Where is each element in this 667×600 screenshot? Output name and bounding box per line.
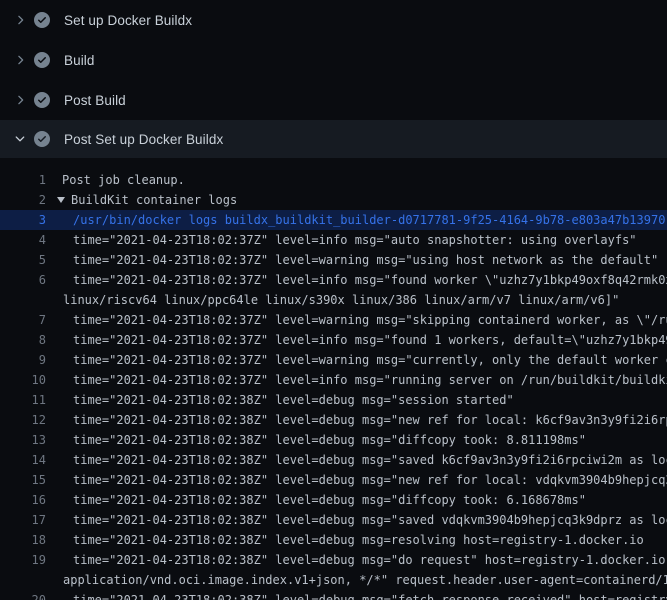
- log-line: application/vnd.oci.image.index.v1+json,…: [0, 570, 667, 590]
- log-line-text: time="2021-04-23T18:02:37Z" level=info m…: [73, 270, 667, 290]
- log-line-number[interactable]: 20: [0, 590, 46, 600]
- log-line-text: linux/riscv64 linux/ppc64le linux/s390x …: [63, 290, 619, 310]
- log-line: 8 time="2021-04-23T18:02:37Z" level=info…: [0, 330, 667, 350]
- log-line-text: /usr/bin/docker logs buildx_buildkit_bui…: [73, 210, 665, 230]
- log-line-number[interactable]: 17: [0, 510, 46, 530]
- log-line: 4 time="2021-04-23T18:02:37Z" level=info…: [0, 230, 667, 250]
- chevron-right-icon: [12, 52, 28, 68]
- log-line-number[interactable]: 2: [0, 190, 46, 210]
- log-line-text: time="2021-04-23T18:02:37Z" level=info m…: [73, 230, 637, 250]
- log-line-number[interactable]: 9: [0, 350, 46, 370]
- log-line-text: time="2021-04-23T18:02:38Z" level=debug …: [73, 490, 586, 510]
- log-line-text: time="2021-04-23T18:02:38Z" level=debug …: [73, 470, 667, 490]
- step-row-build[interactable]: Build: [0, 40, 667, 80]
- check-circle-icon: [34, 12, 50, 28]
- log-line-number[interactable]: 13: [0, 430, 46, 450]
- log-line: 11 time="2021-04-23T18:02:38Z" level=deb…: [0, 390, 667, 410]
- log-line: 9 time="2021-04-23T18:02:37Z" level=warn…: [0, 350, 667, 370]
- log-line-text: time="2021-04-23T18:02:37Z" level=warnin…: [73, 350, 667, 370]
- log-line-text: time="2021-04-23T18:02:37Z" level=warnin…: [73, 310, 667, 330]
- log-line-number: [0, 290, 46, 310]
- log-line-text: BuildKit container logs: [71, 190, 237, 210]
- log-line: 10 time="2021-04-23T18:02:37Z" level=inf…: [0, 370, 667, 390]
- log-line-command: 3 /usr/bin/docker logs buildx_buildkit_b…: [0, 210, 667, 230]
- log-line: 1 Post job cleanup.: [0, 170, 667, 190]
- check-circle-icon: [34, 52, 50, 68]
- log-line-number: [0, 570, 46, 590]
- log-line: 16 time="2021-04-23T18:02:38Z" level=deb…: [0, 490, 667, 510]
- log-line-number[interactable]: 19: [0, 550, 46, 570]
- log-line-text: time="2021-04-23T18:02:38Z" level=debug …: [73, 430, 586, 450]
- log-line-text: time="2021-04-23T18:02:37Z" level=warnin…: [73, 250, 658, 270]
- check-circle-icon: [34, 92, 50, 108]
- actions-log-panel: Set up Docker Buildx Build Post Build Po…: [0, 0, 667, 600]
- chevron-down-icon: [12, 131, 28, 147]
- log-line: 19 time="2021-04-23T18:02:38Z" level=deb…: [0, 550, 667, 570]
- group-collapse-icon[interactable]: [57, 197, 65, 203]
- step-label: Post Build: [64, 93, 126, 108]
- log-line: linux/riscv64 linux/ppc64le linux/s390x …: [0, 290, 667, 310]
- log-line-text: time="2021-04-23T18:02:37Z" level=info m…: [73, 330, 667, 350]
- log-line: 7 time="2021-04-23T18:02:37Z" level=warn…: [0, 310, 667, 330]
- chevron-right-icon: [12, 12, 28, 28]
- log-line-number[interactable]: 11: [0, 390, 46, 410]
- step-label: Set up Docker Buildx: [64, 13, 192, 28]
- log-line-number[interactable]: 3: [0, 210, 46, 230]
- log-line-text: time="2021-04-23T18:02:38Z" level=debug …: [73, 450, 667, 470]
- log-line-number[interactable]: 4: [0, 230, 46, 250]
- log-line: 12 time="2021-04-23T18:02:38Z" level=deb…: [0, 410, 667, 430]
- log-line: 5 time="2021-04-23T18:02:37Z" level=warn…: [0, 250, 667, 270]
- log-line-text: time="2021-04-23T18:02:38Z" level=debug …: [73, 510, 667, 530]
- step-row-set-up-docker-buildx[interactable]: Set up Docker Buildx: [0, 0, 667, 40]
- log-line-number[interactable]: 8: [0, 330, 46, 350]
- log-line-number[interactable]: 14: [0, 450, 46, 470]
- log-line-number[interactable]: 12: [0, 410, 46, 430]
- log-line-number[interactable]: 15: [0, 470, 46, 490]
- steps-list: Set up Docker Buildx Build Post Build Po…: [0, 0, 667, 158]
- step-row-post-set-up-docker-buildx[interactable]: Post Set up Docker Buildx: [0, 120, 667, 158]
- log-line-number[interactable]: 1: [0, 170, 46, 190]
- log-line-text: time="2021-04-23T18:02:38Z" level=debug …: [73, 590, 667, 600]
- log-line: 18 time="2021-04-23T18:02:38Z" level=deb…: [0, 530, 667, 550]
- log-line-text: time="2021-04-23T18:02:38Z" level=debug …: [73, 410, 667, 430]
- log-line: 13 time="2021-04-23T18:02:38Z" level=deb…: [0, 430, 667, 450]
- log-line-number[interactable]: 16: [0, 490, 46, 510]
- log-line: 14 time="2021-04-23T18:02:38Z" level=deb…: [0, 450, 667, 470]
- log-line: 6 time="2021-04-23T18:02:37Z" level=info…: [0, 270, 667, 290]
- step-row-post-build[interactable]: Post Build: [0, 80, 667, 120]
- log-line-number[interactable]: 6: [0, 270, 46, 290]
- log-line-text: Post job cleanup.: [62, 170, 185, 190]
- log-viewer: 1 Post job cleanup. 2 BuildKit container…: [0, 158, 667, 600]
- log-line-text: time="2021-04-23T18:02:38Z" level=debug …: [73, 530, 644, 550]
- log-line: 17 time="2021-04-23T18:02:38Z" level=deb…: [0, 510, 667, 530]
- log-line-number[interactable]: 7: [0, 310, 46, 330]
- log-group-header: 2 BuildKit container logs: [0, 190, 667, 210]
- chevron-right-icon: [12, 92, 28, 108]
- step-label: Build: [64, 53, 95, 68]
- step-label: Post Set up Docker Buildx: [64, 132, 223, 147]
- check-circle-icon: [34, 131, 50, 147]
- log-line: 15 time="2021-04-23T18:02:38Z" level=deb…: [0, 470, 667, 490]
- log-line: 20 time="2021-04-23T18:02:38Z" level=deb…: [0, 590, 667, 600]
- log-line-text: time="2021-04-23T18:02:38Z" level=debug …: [73, 390, 514, 410]
- log-line-text: application/vnd.oci.image.index.v1+json,…: [63, 570, 667, 590]
- log-line-number[interactable]: 10: [0, 370, 46, 390]
- log-line-text: time="2021-04-23T18:02:38Z" level=debug …: [73, 550, 667, 570]
- log-line-text: time="2021-04-23T18:02:37Z" level=info m…: [73, 370, 667, 390]
- log-line-number[interactable]: 18: [0, 530, 46, 550]
- log-line-number[interactable]: 5: [0, 250, 46, 270]
